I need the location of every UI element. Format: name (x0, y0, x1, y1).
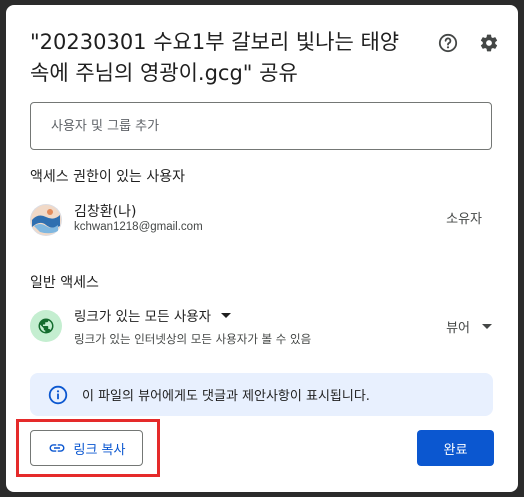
info-icon (48, 385, 68, 404)
globe-icon (30, 310, 62, 342)
info-text: 이 파일의 뷰어에게도 댓글과 제안사항이 표시됩니다. (82, 389, 370, 404)
general-access-description: 링크가 있는 인터넷상의 모든 사용자가 볼 수 있음 (74, 332, 312, 346)
done-button[interactable]: 완료 (417, 430, 494, 466)
help-icon[interactable] (436, 31, 460, 55)
dialog-title: "20230301 수요1부 갈보리 빛나는 태양 속에 주님의 영광이.gcg… (30, 30, 400, 85)
info-banner: 이 파일의 뷰어에게도 댓글과 제안사항이 표시됩니다. (30, 373, 493, 416)
chevron-down-icon (221, 312, 232, 318)
user-name: 김창환(나) (74, 204, 137, 220)
share-dialog: "20230301 수요1부 갈보리 빛나는 태양 속에 주님의 영광이.gcg… (6, 5, 518, 492)
user-email: kchwan1218@gmail.com (74, 221, 203, 233)
settings-gear-icon[interactable] (477, 31, 501, 55)
add-people-input[interactable] (30, 102, 492, 150)
user-avatar (30, 204, 62, 236)
general-access-dropdown[interactable]: 링크가 있는 모든 사용자 (74, 305, 232, 325)
general-access-heading: 일반 액세스 (30, 275, 99, 291)
annotation-highlight-box (16, 419, 160, 477)
general-access-selected: 링크가 있는 모든 사용자 (74, 309, 212, 325)
role-dropdown[interactable]: 뷰어 (446, 317, 492, 336)
chevron-down-icon (482, 324, 492, 329)
people-with-access-heading: 액세스 권한이 있는 사용자 (30, 169, 186, 185)
role-selected: 뷰어 (446, 321, 470, 336)
user-role-owner: 소유자 (446, 212, 482, 227)
